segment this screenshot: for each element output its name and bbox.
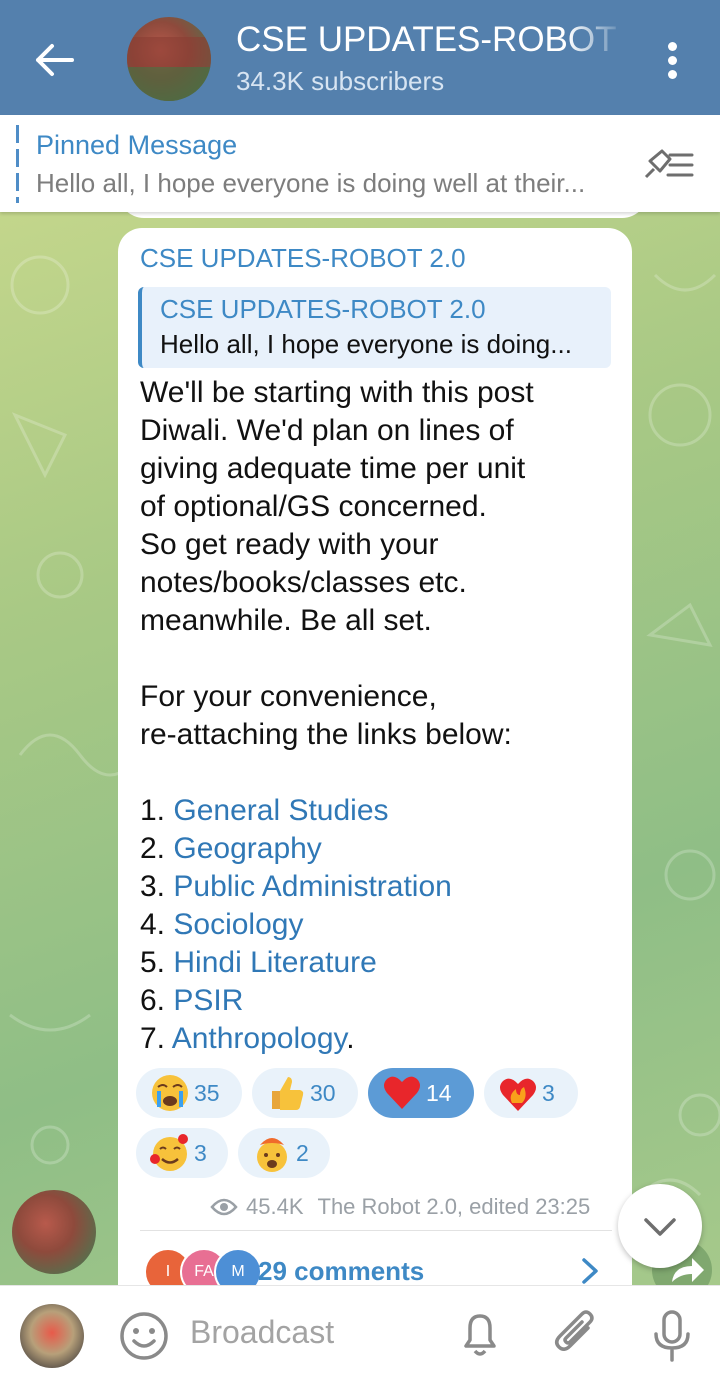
heart-on-fire-icon: [498, 1073, 538, 1113]
author-edited: The Robot 2.0, edited 23:25: [317, 1194, 591, 1219]
bottom-input-bar: Broadcast: [0, 1285, 720, 1388]
message-text: We'll be starting with this post Diwali.…: [140, 374, 620, 1058]
reaction-count: 3: [194, 1139, 207, 1166]
text-line: We'll be starting with this post: [140, 376, 534, 409]
reaction-thumbs-up[interactable]: 30: [252, 1068, 358, 1118]
reaction-heart[interactable]: 14: [368, 1068, 474, 1118]
link-psir[interactable]: PSIR: [173, 984, 243, 1017]
chat-header: CSE UPDATES-ROBOT 2.0 34.3K subscribers: [0, 0, 720, 115]
reaction-crying[interactable]: 35: [136, 1068, 242, 1118]
link-item-hindi-literature: 5. Hindi Literature: [140, 946, 377, 979]
reaction-count: 35: [194, 1079, 220, 1106]
reaction-heart-fire[interactable]: 3: [484, 1068, 578, 1118]
back-arrow-icon[interactable]: [30, 38, 78, 82]
thumbs-up-icon: [266, 1073, 306, 1113]
crying-face-icon: [150, 1073, 190, 1113]
reaction-exploding-head[interactable]: 2: [238, 1128, 330, 1178]
link-item-geography: 2. Geography: [140, 832, 322, 865]
link-general-studies[interactable]: General Studies: [173, 794, 388, 827]
pinned-indicator: [16, 125, 19, 203]
message-sender[interactable]: CSE UPDATES-ROBOT 2.0: [140, 243, 466, 274]
link-geography[interactable]: Geography: [173, 832, 321, 865]
link-item-public-administration: 3. Public Administration: [140, 870, 452, 903]
scroll-down-button[interactable]: [618, 1184, 702, 1268]
channel-title[interactable]: CSE UPDATES-ROBOT 2.0: [236, 20, 626, 60]
reaction-count: 30: [310, 1079, 336, 1106]
reaction-count: 3: [542, 1079, 555, 1106]
link-item-sociology: 4. Sociology: [140, 908, 304, 941]
broadcast-input[interactable]: Broadcast: [190, 1314, 334, 1351]
link-item-anthropology: 7. Anthropology.: [140, 1022, 355, 1055]
link-anthropology[interactable]: Anthropology: [172, 1022, 347, 1055]
pinned-list-icon[interactable]: [640, 147, 696, 183]
text-line: giving adequate time per unit: [140, 452, 526, 485]
text-line: re-attaching the links below:: [140, 718, 512, 751]
link-public-administration[interactable]: Public Administration: [173, 870, 451, 903]
chevron-right-icon: [582, 1258, 598, 1284]
exploding-head-icon: [252, 1133, 292, 1173]
channel-avatar[interactable]: [127, 17, 211, 101]
text-line: For your convenience,: [140, 680, 437, 713]
views-eye-icon: [210, 1198, 238, 1216]
text-line: notes/books/classes etc.: [140, 566, 467, 599]
microphone-icon[interactable]: [648, 1308, 696, 1364]
text-line: of optional/GS concerned.: [140, 490, 487, 523]
text-line: So get ready with your: [140, 528, 439, 561]
smiling-face-with-hearts-icon: [150, 1133, 190, 1173]
comments-divider: [140, 1230, 612, 1231]
link-sociology[interactable]: Sociology: [173, 908, 303, 941]
link-item-psir: 6. PSIR: [140, 984, 244, 1017]
send-as-avatar[interactable]: [20, 1304, 84, 1368]
message-bubble[interactable]: CSE UPDATES-ROBOT 2.0 CSE UPDATES-ROBOT …: [118, 228, 632, 1328]
chevron-down-icon: [644, 1218, 676, 1236]
bell-icon[interactable]: [456, 1308, 504, 1360]
view-count: 45.4K: [246, 1194, 304, 1219]
emoji-icon[interactable]: [118, 1310, 170, 1362]
reply-quote[interactable]: CSE UPDATES-ROBOT 2.0 Hello all, I hope …: [138, 287, 611, 368]
reaction-smiling-hearts[interactable]: 3: [136, 1128, 228, 1178]
attach-paperclip-icon[interactable]: [552, 1308, 602, 1362]
reaction-count: 2: [296, 1139, 309, 1166]
link-item-general-studies: 1. General Studies: [140, 794, 389, 827]
pinned-preview: Hello all, I hope everyone is doing well…: [36, 168, 586, 198]
subscriber-count: 34.3K subscribers: [236, 66, 445, 96]
text-line: meanwhile. Be all set.: [140, 604, 432, 637]
reaction-count: 14: [426, 1079, 452, 1106]
sender-avatar[interactable]: [12, 1190, 96, 1274]
red-heart-icon: [382, 1073, 422, 1113]
comments-label: 29 comments: [258, 1256, 425, 1286]
reply-sender: CSE UPDATES-ROBOT 2.0: [160, 294, 486, 324]
link-hindi-literature[interactable]: Hindi Literature: [173, 946, 376, 979]
text-line: Diwali. We'd plan on lines of: [140, 414, 514, 447]
more-options-icon[interactable]: [656, 38, 688, 82]
pinned-title: Pinned Message: [36, 130, 238, 160]
message-meta: 45.4K The Robot 2.0, edited 23:25: [210, 1194, 590, 1220]
pinned-message-bar[interactable]: Pinned Message Hello all, I hope everyon…: [0, 115, 720, 212]
reply-preview: Hello all, I hope everyone is doing...: [160, 329, 572, 359]
